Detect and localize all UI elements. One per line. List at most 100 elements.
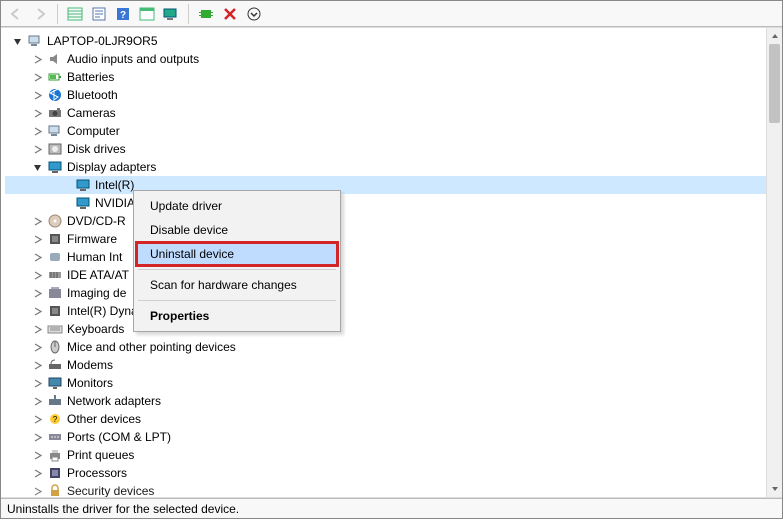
chevron-right-icon[interactable] bbox=[31, 269, 43, 281]
toolbar-down[interactable] bbox=[243, 3, 265, 25]
chevron-right-icon[interactable] bbox=[31, 215, 43, 227]
tree-root[interactable]: LAPTOP-0LJR9OR5 bbox=[5, 32, 766, 50]
toolbar-action[interactable] bbox=[136, 3, 158, 25]
camera-icon bbox=[47, 105, 63, 121]
x-icon bbox=[223, 7, 237, 21]
disk-icon bbox=[47, 141, 63, 157]
context-menu-item-update-driver[interactable]: Update driver bbox=[136, 194, 338, 218]
tree-category-bluetooth[interactable]: Bluetooth bbox=[5, 86, 766, 104]
bluetooth-icon bbox=[47, 87, 63, 103]
tree-category-label: Firmware bbox=[67, 230, 117, 248]
tree-category-ports[interactable]: Ports (COM & LPT) bbox=[5, 428, 766, 446]
chevron-right-icon[interactable] bbox=[31, 359, 43, 371]
chevron-right-icon[interactable] bbox=[31, 395, 43, 407]
tree-category-label: DVD/CD-R bbox=[67, 212, 126, 230]
tree-category-computer[interactable]: Computer bbox=[5, 122, 766, 140]
tree-category-processors[interactable]: Processors bbox=[5, 464, 766, 482]
tree-category-printq[interactable]: Print queues bbox=[5, 446, 766, 464]
tree-category-mice[interactable]: Mice and other pointing devices bbox=[5, 338, 766, 356]
toolbar-back[interactable] bbox=[5, 3, 27, 25]
tree-device-nvidia[interactable]: NVIDIA bbox=[5, 194, 766, 212]
chip-icon bbox=[47, 303, 63, 319]
toolbar-help[interactable]: ? bbox=[112, 3, 134, 25]
port-icon bbox=[47, 429, 63, 445]
tree-category-other[interactable]: ? Other devices bbox=[5, 410, 766, 428]
vertical-scrollbar[interactable] bbox=[766, 28, 782, 497]
chevron-right-icon[interactable] bbox=[31, 71, 43, 83]
chevron-right-icon[interactable] bbox=[31, 413, 43, 425]
network-icon bbox=[47, 393, 63, 409]
chevron-right-icon[interactable] bbox=[31, 305, 43, 317]
chevron-down-icon[interactable] bbox=[11, 35, 23, 47]
device-tree[interactable]: LAPTOP-0LJR9OR5 Audio inputs and outputs… bbox=[1, 28, 766, 497]
chevron-right-icon[interactable] bbox=[31, 53, 43, 65]
tree-category-label: Mice and other pointing devices bbox=[67, 338, 236, 356]
tree-category-dptf[interactable]: Intel(R) Dynamic Platform and Thermal Fr… bbox=[5, 302, 766, 320]
tree-category-firmware[interactable]: Firmware bbox=[5, 230, 766, 248]
scroll-up-icon[interactable] bbox=[767, 28, 782, 44]
chevron-right-icon[interactable] bbox=[31, 431, 43, 443]
tree-category-audio[interactable]: Audio inputs and outputs bbox=[5, 50, 766, 68]
keyboard-icon bbox=[47, 321, 63, 337]
toolbar-forward[interactable] bbox=[29, 3, 51, 25]
modem-icon bbox=[47, 357, 63, 373]
context-menu-item-properties[interactable]: Properties bbox=[136, 304, 338, 328]
chevron-right-icon[interactable] bbox=[31, 341, 43, 353]
chevron-down-icon[interactable] bbox=[31, 161, 43, 173]
tree-category-monitors[interactable]: Monitors bbox=[5, 374, 766, 392]
circle-down-icon bbox=[247, 7, 261, 21]
tree-category-ide[interactable]: IDE ATA/AT bbox=[5, 266, 766, 284]
chip-add-icon bbox=[199, 7, 213, 21]
context-menu-item-disable-device[interactable]: Disable device bbox=[136, 218, 338, 242]
chevron-right-icon[interactable] bbox=[31, 251, 43, 263]
chip-icon bbox=[47, 303, 63, 319]
tree-device-intel[interactable]: Intel(R) bbox=[5, 176, 766, 194]
chevron-right-icon[interactable] bbox=[31, 467, 43, 479]
tree-category-display[interactable]: Display adapters bbox=[5, 158, 766, 176]
toolbar-show-hidden[interactable] bbox=[64, 3, 86, 25]
tree-category-label: Audio inputs and outputs bbox=[67, 50, 199, 68]
chevron-right-icon[interactable] bbox=[31, 107, 43, 119]
tree-category-cameras[interactable]: Cameras bbox=[5, 104, 766, 122]
chevron-right-icon[interactable] bbox=[31, 125, 43, 137]
tree-category-keyboards[interactable]: Keyboards bbox=[5, 320, 766, 338]
tree-category-label: Human Int bbox=[67, 248, 122, 266]
tree-category-hid[interactable]: Human Int bbox=[5, 248, 766, 266]
display-icon bbox=[75, 177, 91, 193]
display-icon bbox=[75, 177, 91, 193]
toolbar: ? bbox=[1, 1, 782, 27]
tree-category-imaging[interactable]: Imaging de bbox=[5, 284, 766, 302]
battery-icon bbox=[47, 69, 63, 85]
toolbar-properties[interactable] bbox=[88, 3, 110, 25]
chevron-right-icon[interactable] bbox=[31, 89, 43, 101]
chevron-right-icon[interactable] bbox=[31, 485, 43, 497]
tree-category-network[interactable]: Network adapters bbox=[5, 392, 766, 410]
tree-category-label: Monitors bbox=[67, 374, 113, 392]
toolbar-add-legacy[interactable] bbox=[195, 3, 217, 25]
context-menu-item-scan-for-hardware-changes[interactable]: Scan for hardware changes bbox=[136, 273, 338, 297]
toolbar-scan[interactable] bbox=[160, 3, 182, 25]
tree-category-label: Disk drives bbox=[67, 140, 126, 158]
tree-category-label: Modems bbox=[67, 356, 113, 374]
arrow-right-icon bbox=[33, 7, 47, 21]
chevron-right-icon[interactable] bbox=[31, 143, 43, 155]
tree-category-dvd[interactable]: DVD/CD-R bbox=[5, 212, 766, 230]
status-text: Uninstalls the driver for the selected d… bbox=[7, 502, 239, 516]
context-menu-item-uninstall-device[interactable]: Uninstall device bbox=[136, 242, 338, 266]
scroll-thumb[interactable] bbox=[769, 44, 780, 123]
tree-category-security[interactable]: Security devices bbox=[5, 482, 766, 497]
tree-category-batteries[interactable]: Batteries bbox=[5, 68, 766, 86]
scroll-down-icon[interactable] bbox=[767, 481, 782, 497]
printer-icon bbox=[47, 447, 63, 463]
chevron-right-icon[interactable] bbox=[31, 323, 43, 335]
context-menu-separator bbox=[138, 269, 336, 270]
tree-category-modems[interactable]: Modems bbox=[5, 356, 766, 374]
chevron-right-icon[interactable] bbox=[31, 233, 43, 245]
tree-category-disk[interactable]: Disk drives bbox=[5, 140, 766, 158]
chevron-right-icon[interactable] bbox=[31, 377, 43, 389]
chevron-right-icon[interactable] bbox=[31, 287, 43, 299]
toolbar-uninstall[interactable] bbox=[219, 3, 241, 25]
scroll-track[interactable] bbox=[767, 44, 782, 481]
dvd-icon bbox=[47, 213, 63, 229]
chevron-right-icon[interactable] bbox=[31, 449, 43, 461]
